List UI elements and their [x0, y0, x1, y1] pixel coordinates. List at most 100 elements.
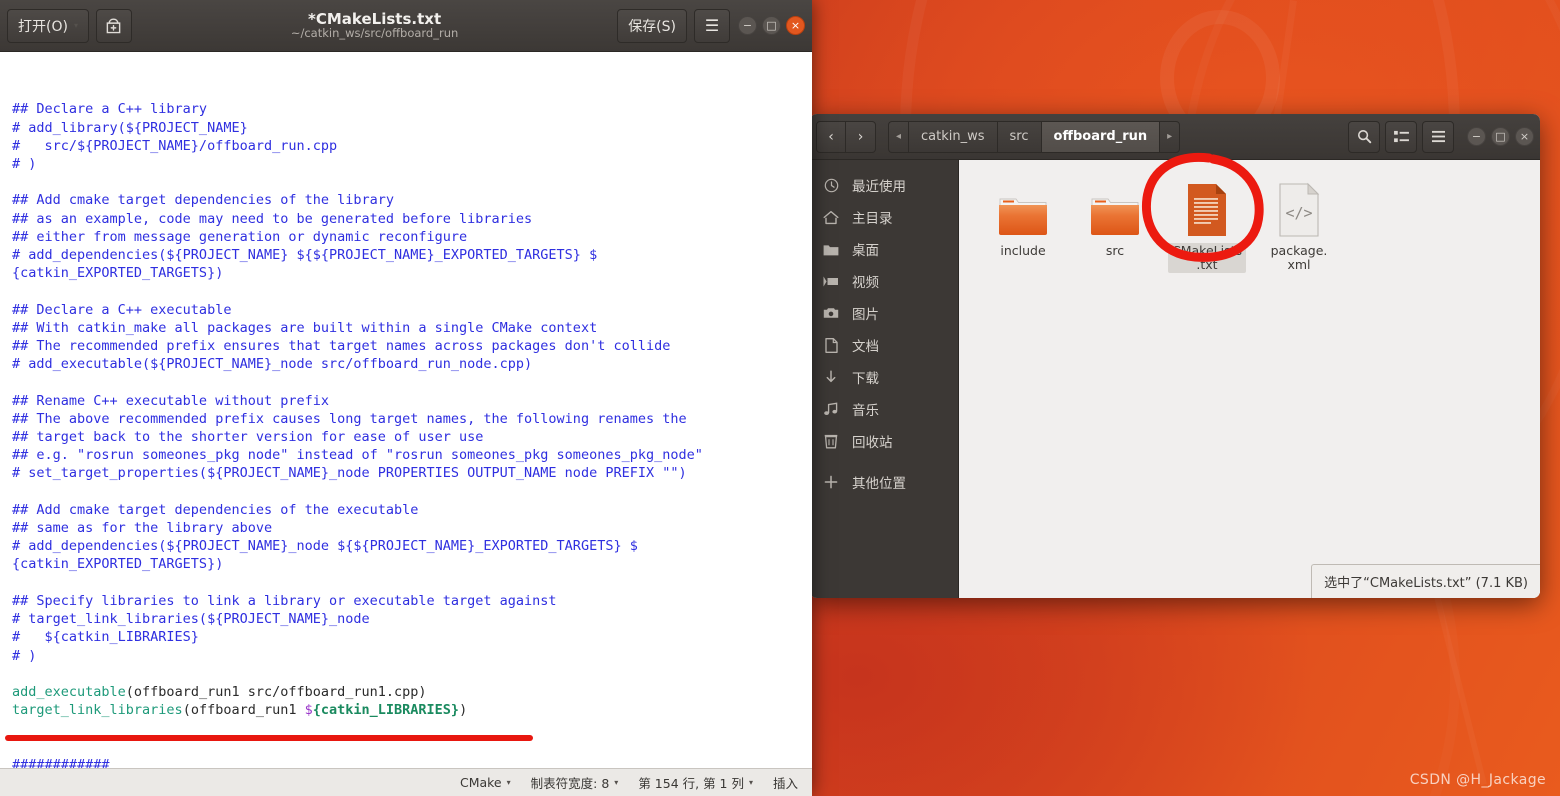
breadcrumb: ◂ catkin_ws src offboard_run ▸ [888, 120, 1181, 153]
status-tooltip: 选中了“CMakeLists.txt” (7.1 KB) [1311, 564, 1540, 598]
maximize-button[interactable]: □ [1491, 127, 1510, 146]
editor-line: # target_link_libraries(${PROJECT_NAME}_… [12, 611, 370, 628]
hamburger-menu-icon[interactable]: ☰ [694, 8, 730, 43]
editor-titlebar: 打开(O) ▾ *CMakeLists.txt ~/catkin_ws/src/… [0, 0, 812, 52]
save-button[interactable]: 保存(S) [617, 8, 687, 43]
cursor-position[interactable]: 第 154 行, 第 1 列 ▾ [638, 773, 753, 792]
sidebar-label-downloads: 下载 [852, 371, 879, 387]
minimize-button[interactable]: − [738, 16, 757, 35]
editor-line: {catkin_EXPORTED_TARGETS}) [12, 556, 224, 573]
breadcrumb-next-arrow[interactable]: ▸ [1159, 120, 1181, 153]
folder-icon [1088, 178, 1142, 238]
tab-width-selector[interactable]: 制表符宽度: 8 ▾ [531, 773, 619, 792]
editor-line: ## Declare a C++ executable [12, 301, 232, 318]
editor-line: ## The recommended prefix ensures that t… [12, 338, 671, 355]
hamburger-menu-icon[interactable] [1422, 120, 1454, 153]
sidebar-item-desktop[interactable]: 桌面 [810, 233, 958, 265]
editor-line: ## Add cmake target dependencies of the … [12, 192, 395, 209]
insert-mode-label: 插入 [772, 776, 798, 791]
file-label: package. xml [1270, 243, 1328, 272]
sidebar-label-documents: 文档 [852, 339, 879, 355]
editor-line: # add_executable(${PROJECT_NAME}_node sr… [12, 356, 533, 373]
editor-line: ############ [12, 756, 110, 768]
csdn-watermark: CSDN @H_Jackage [1409, 772, 1546, 788]
file-item-include[interactable]: include [977, 174, 1069, 273]
file-label: CMakeLists .txt [1167, 243, 1247, 273]
download-icon [822, 369, 840, 385]
breadcrumb-item-offboard-run[interactable]: offboard_run [1040, 120, 1160, 153]
editor-title-block: *CMakeLists.txt ~/catkin_ws/src/offboard… [132, 11, 617, 41]
file-list-area[interactable]: include src CMakeLists .txt </> package.… [958, 160, 1540, 598]
sidebar-item-videos[interactable]: 视频 [810, 265, 958, 297]
file-item-package-xml[interactable]: </> package. xml [1253, 174, 1345, 273]
sidebar-item-pictures[interactable]: 图片 [810, 297, 958, 329]
sidebar-item-other-locations[interactable]: 其他位置 [810, 466, 958, 498]
sidebar-label-recent: 最近使用 [852, 179, 906, 195]
editor-line: ## With catkin_make all packages are bui… [12, 319, 598, 336]
sidebar-item-recent[interactable]: 最近使用 [810, 169, 958, 201]
file-manager-window-controls: − □ × [1467, 127, 1534, 146]
plus-icon [822, 475, 840, 489]
list-view-icon[interactable] [1385, 120, 1417, 153]
forward-button[interactable]: › [846, 120, 876, 153]
sidebar-item-music[interactable]: 音乐 [810, 393, 958, 425]
sidebar-label-home: 主目录 [852, 211, 893, 227]
camera-icon [822, 307, 840, 319]
maximize-button[interactable]: □ [762, 16, 781, 35]
folder-icon [996, 178, 1050, 238]
search-icon[interactable] [1348, 120, 1380, 153]
places-sidebar: 最近使用 主目录 桌面 视频 图片 文档 下载 音乐 回收站 其他位置 [810, 160, 958, 598]
sidebar-item-trash[interactable]: 回收站 [810, 425, 958, 457]
sidebar-label-pictures: 图片 [852, 307, 879, 323]
editor-line: add_executable(offboard_run1 src/offboar… [12, 683, 427, 700]
page-title: *CMakeLists.txt [308, 10, 442, 28]
back-button[interactable]: ‹ [816, 120, 846, 153]
editor-line: # add_library(${PROJECT_NAME} [12, 119, 248, 136]
file-label: include [1000, 243, 1046, 258]
sidebar-label-trash: 回收站 [852, 435, 893, 451]
breadcrumb-prev-arrow[interactable]: ◂ [888, 120, 909, 153]
editor-statusbar: CMake ▾ 制表符宽度: 8 ▾ 第 154 行, 第 1 列 ▾ 插入 [0, 768, 812, 796]
editor-line: # add_dependencies(${PROJECT_NAME}_node … [12, 538, 638, 555]
chevron-down-icon: ▾ [73, 21, 78, 30]
editor-line: # set_target_properties(${PROJECT_NAME}_… [12, 465, 687, 482]
text-file-icon [1185, 178, 1229, 238]
sidebar-item-documents[interactable]: 文档 [810, 329, 958, 361]
editor-line: # add_dependencies(${PROJECT_NAME} ${${P… [12, 247, 598, 264]
clock-icon [822, 178, 840, 193]
new-document-icon[interactable] [95, 8, 132, 43]
open-file-button[interactable]: 打开(O) ▾ [7, 8, 89, 43]
breadcrumb-item-catkin-ws[interactable]: catkin_ws [908, 120, 997, 153]
open-file-label: 打开(O) [18, 18, 68, 35]
close-button[interactable]: × [1515, 127, 1534, 146]
file-item-cmakelists-txt[interactable]: CMakeLists .txt [1161, 174, 1253, 273]
language-selector[interactable]: CMake ▾ [460, 775, 511, 790]
file-manager-toolbar-right: − □ × [1348, 120, 1534, 153]
folder-icon [822, 243, 840, 256]
editor-window-controls: − □ × [738, 16, 805, 35]
sidebar-label-desktop: 桌面 [852, 243, 879, 259]
video-icon [822, 276, 840, 287]
editor-line: ## target back to the shorter version fo… [12, 429, 484, 446]
editor-line: ## Rename C++ executable without prefix [12, 392, 329, 409]
minimize-button[interactable]: − [1467, 127, 1486, 146]
file-label: src [1105, 243, 1125, 258]
file-manager-window: ‹ › ◂ catkin_ws src offboard_run ▸ − □ ×… [810, 114, 1540, 598]
tab-width-label: 制表符宽度: 8 [530, 776, 610, 791]
close-button[interactable]: × [786, 16, 805, 35]
breadcrumb-item-src[interactable]: src [996, 120, 1041, 153]
sidebar-item-downloads[interactable]: 下载 [810, 361, 958, 393]
language-label: CMake [459, 775, 502, 790]
editor-line: ## Add cmake target dependencies of the … [12, 501, 419, 518]
sidebar-item-home[interactable]: 主目录 [810, 201, 958, 233]
file-item-src[interactable]: src [1069, 174, 1161, 273]
sidebar-label-music: 音乐 [852, 403, 879, 419]
home-icon [822, 210, 840, 225]
editor-text-area[interactable]: ## Declare a C++ library # add_library(${… [0, 52, 812, 768]
navigation-buttons: ‹ › [816, 120, 876, 153]
